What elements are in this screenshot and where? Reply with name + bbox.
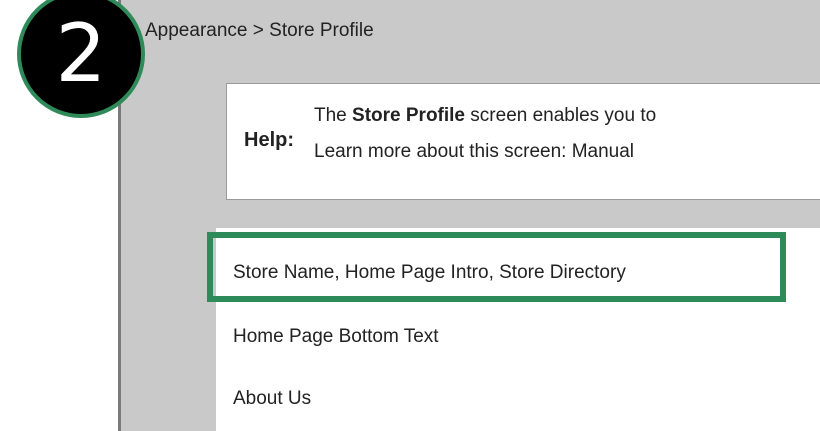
screenshot-stage: Appearance > Store Profile Help: The Sto…	[0, 0, 820, 431]
help-box: Help: The Store Profile screen enables y…	[226, 83, 820, 200]
list-item-store-name[interactable]: Store Name, Home Page Intro, Store Direc…	[233, 262, 626, 284]
help-description: The Store Profile screen enables you to	[314, 105, 656, 127]
breadcrumb-parent[interactable]: Appearance	[145, 20, 247, 41]
help-label: Help:	[244, 129, 294, 151]
list-item-about-us[interactable]: About Us	[233, 388, 311, 410]
breadcrumb-separator: >	[252, 20, 264, 41]
list-item-home-page-bottom-text[interactable]: Home Page Bottom Text	[233, 326, 439, 348]
help-manual-link[interactable]: Learn more about this screen: Manual	[314, 141, 634, 163]
breadcrumb: Appearance > Store Profile	[145, 20, 374, 42]
help-text-suffix: screen enables you to	[465, 105, 657, 126]
step-number: 2	[55, 7, 107, 100]
settings-list: Store Name, Home Page Intro, Store Direc…	[216, 228, 820, 431]
breadcrumb-current: Store Profile	[269, 20, 374, 41]
help-screen-name: Store Profile	[352, 105, 466, 126]
help-text-prefix: The	[314, 105, 353, 126]
step-number-badge: 2	[17, 0, 145, 118]
